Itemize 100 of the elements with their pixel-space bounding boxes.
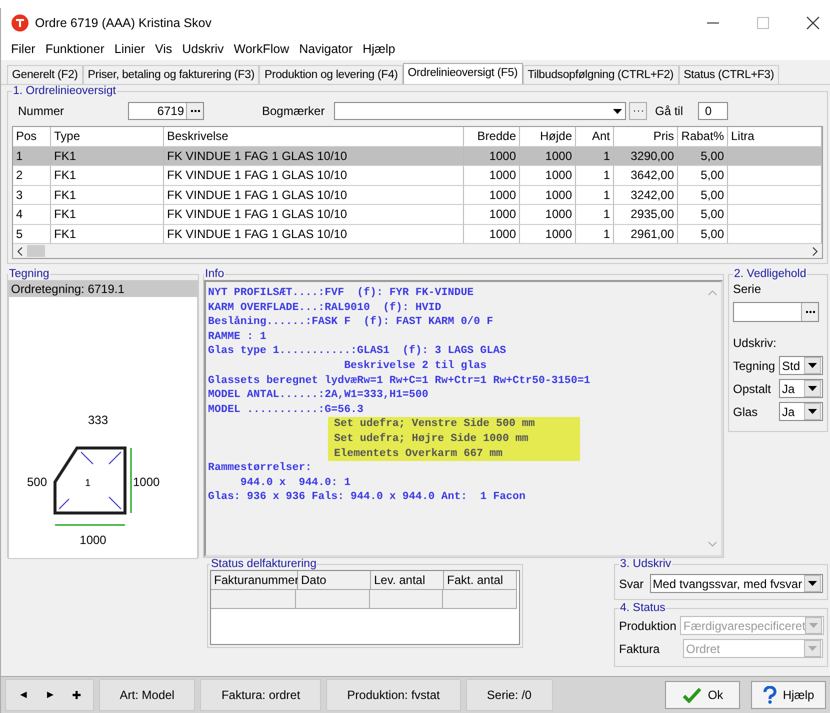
dropdown-arrow-icon: [808, 581, 817, 586]
info-note: Set udefra; Venstre Side 500 mm: [328, 417, 580, 432]
window-title: Ordre 6719 (AAA) Kristina Skov: [35, 16, 212, 30]
status-item: Serie: /0: [466, 679, 553, 711]
tab[interactable]: Produktion og levering (F4): [259, 65, 403, 84]
table-cell: 1000: [520, 166, 576, 184]
column-header[interactable]: Dato: [298, 571, 371, 589]
table-row[interactable]: 3 FK1 FK VINDUE 1 FAG 1 GLAS 10/10 1000 1000 1 3242,00 5,00: [13, 186, 822, 205]
table-row[interactable]: 2 FK1 FK VINDUE 1 FAG 1 GLAS 10/10 1000 1000 1 3642,00 5,00: [13, 166, 822, 186]
dropdown[interactable]: Med tvangssvar, med fvsvar: [650, 574, 823, 593]
dropdown-arrow-icon: [808, 363, 817, 368]
menu-item[interactable]: Linier: [114, 42, 145, 56]
scroll-up-icon[interactable]: [708, 290, 716, 296]
field-label: Bogmærker: [262, 104, 326, 118]
question-mark-icon: [762, 686, 777, 704]
column-header[interactable]: Lev. antal: [371, 571, 444, 589]
nav-button[interactable]: ✚: [72, 688, 81, 702]
table-row[interactable]: 4 FK1 FK VINDUE 1 FAG 1 GLAS 10/10 1000 1000 1 2935,00 5,00: [13, 205, 822, 224]
menu-item[interactable]: Filer: [11, 42, 36, 56]
info-line: Glas type 1...........:GLAS1 (f): 3 LAGS GLAS: [208, 344, 508, 359]
table-cell: 1: [576, 205, 614, 224]
table-cell: FK1: [51, 205, 164, 224]
info-line: 944.0 x 944.0: 1: [239, 476, 352, 490]
dropdown[interactable]: Ja: [779, 379, 823, 398]
info-line: Beskrivelse 2 til glas: [343, 358, 488, 374]
column-header[interactable]: Højde: [520, 127, 576, 146]
column-header[interactable]: Rabat%: [678, 127, 728, 146]
table-row[interactable]: 1 FK1 FK VINDUE 1 FAG 1 GLAS 10/10 1000 1000 1 3290,00 5,00: [13, 146, 822, 166]
dropdown[interactable]: Std: [779, 356, 823, 375]
column-header[interactable]: Fakt. antal: [444, 571, 517, 589]
browse-button[interactable]: [186, 103, 203, 119]
info-line: Glas: 936 x 936 Fals: 944.0 x 944.0 Ant: 1 Facon: [208, 490, 526, 505]
column-header[interactable]: Fakturanummer: [211, 571, 298, 589]
group-title: 2. Vedligehold: [733, 268, 808, 280]
tab[interactable]: Ordrelinieoversigt (F5): [402, 63, 523, 84]
dropdown-arrow-icon: [808, 386, 817, 391]
column-header[interactable]: Pris: [614, 127, 678, 146]
menu-item[interactable]: Udskriv: [182, 42, 224, 56]
table-cell: 2961,00: [614, 224, 678, 243]
menu-item[interactable]: Vis: [154, 42, 172, 56]
tab[interactable]: Tilbudsopfølgning (CTRL+F2): [522, 65, 679, 84]
column-header[interactable]: Bredde: [464, 127, 520, 146]
field-label: Produktion: [619, 618, 676, 632]
menu-item[interactable]: Hjælp: [362, 42, 396, 56]
column-header[interactable]: Litra: [728, 127, 822, 146]
table-cell: FK1: [51, 224, 164, 243]
info-line: Rammestørrelser:: [208, 461, 313, 476]
table-cell: 1: [576, 224, 614, 243]
ok-button[interactable]: Ok: [665, 681, 740, 709]
group-title: 1. Ordrelinieoversigt: [12, 85, 117, 97]
column-header[interactable]: Beskrivelse: [164, 127, 464, 146]
nav-button[interactable]: ◄: [18, 689, 29, 701]
number-field[interactable]: 6719: [128, 102, 204, 120]
bookmarks-dropdown[interactable]: [334, 102, 626, 120]
horizontal-scrollbar[interactable]: [13, 244, 822, 258]
tab[interactable]: Priser, betaling og fakturering (F3): [82, 65, 260, 84]
dropdown-arrow-icon: [809, 623, 818, 628]
info-line: MODEL ANTAL......:2A,W1=333,H1=500: [208, 388, 430, 403]
table-cell: 3290,00: [614, 146, 678, 165]
scroll-right-icon[interactable]: [812, 246, 818, 256]
serie-field[interactable]: [733, 302, 819, 322]
checkmark-icon: [682, 687, 702, 703]
column-header[interactable]: Ant: [576, 127, 614, 146]
nav-button[interactable]: ►: [44, 689, 56, 701]
tab[interactable]: Status (CTRL+F3): [678, 65, 779, 84]
table-cell: 5,00: [678, 186, 728, 204]
info-line: RAMME : 1: [208, 330, 268, 344]
table-cell: 5,00: [678, 224, 728, 243]
column-header[interactable]: Type: [51, 127, 164, 146]
table-cell: 1000: [464, 186, 520, 204]
dropdown-arrow-icon: [808, 646, 817, 651]
table-cell: 1: [576, 146, 614, 165]
table-cell: 1000: [464, 224, 520, 243]
menu-item[interactable]: Navigator: [299, 42, 353, 56]
table-cell: 2935,00: [614, 205, 678, 224]
goto-field[interactable]: 0: [698, 102, 728, 120]
group-title: 3. Udskriv: [619, 558, 672, 570]
field-label: Opstalt: [733, 382, 772, 396]
maximize-icon[interactable]: [756, 16, 770, 30]
scrollbar-thumb[interactable]: [27, 245, 45, 257]
dropdown[interactable]: Ja: [779, 402, 823, 421]
table-cell: 2: [13, 166, 51, 184]
column-header[interactable]: Pos: [13, 127, 51, 146]
table-cell: FK1: [51, 186, 164, 204]
help-button[interactable]: Hjælp: [751, 681, 826, 709]
close-icon[interactable]: [806, 16, 820, 30]
table-cell: 1000: [520, 146, 576, 165]
scroll-left-icon[interactable]: [17, 246, 23, 256]
table-cell: FK VINDUE 1 FAG 1 GLAS 10/10: [164, 166, 464, 184]
table-cell: 1000: [520, 186, 576, 204]
menu-item[interactable]: Funktioner: [45, 42, 104, 56]
scroll-down-icon[interactable]: [708, 541, 716, 547]
tab[interactable]: Generelt (F2): [7, 65, 83, 84]
table-cell: FK VINDUE 1 FAG 1 GLAS 10/10: [164, 186, 464, 204]
more-button[interactable]: [629, 102, 647, 120]
field-label: Glas: [733, 404, 758, 418]
pane-number: 1: [85, 478, 91, 489]
browse-button[interactable]: [801, 303, 818, 321]
menu-item[interactable]: WorkFlow: [234, 42, 290, 56]
list-item[interactable]: Ordretegning: 6719.1: [9, 281, 197, 297]
